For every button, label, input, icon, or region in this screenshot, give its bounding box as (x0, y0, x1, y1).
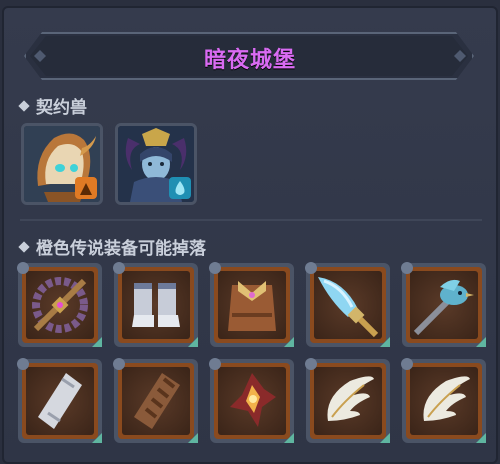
contract-beast-heading: 契约兽 (18, 93, 87, 118)
ring-blade-weapon-icon (32, 277, 88, 333)
drop-item-8[interactable] (209, 358, 294, 443)
diamond-bullet-icon (18, 100, 30, 112)
flame-shard-icon (230, 373, 276, 427)
wrapped-bracer-icon (134, 373, 180, 429)
legendary-drop-heading: 橙色传说装备可能掉落 (18, 234, 206, 259)
drop-item-9[interactable] (305, 358, 390, 443)
section-divider (20, 219, 482, 221)
diamond-bullet-icon (18, 241, 30, 253)
drop-item-5[interactable] (401, 262, 486, 347)
drop-item-4[interactable] (305, 262, 390, 347)
wing-icon (327, 376, 374, 421)
water-element-icon (169, 177, 191, 199)
drop-item-1[interactable] (17, 262, 102, 347)
contract-beast-1[interactable] (21, 123, 103, 205)
crystal-sword-icon (318, 277, 379, 338)
armor-icon (228, 281, 276, 331)
legendary-drop-label: 橙色传说装备可能掉落 (36, 239, 206, 259)
contract-beast-label: 契约兽 (36, 98, 87, 118)
drop-item-2[interactable] (113, 262, 198, 347)
drop-item-10[interactable] (401, 358, 486, 443)
fire-element-icon (75, 177, 97, 199)
drop-item-3[interactable] (209, 262, 294, 347)
contract-beast-2[interactable] (115, 123, 197, 205)
bird-scepter-icon (413, 279, 474, 336)
dungeon-title: 暗夜城堡 (203, 48, 296, 73)
drop-item-7[interactable] (113, 358, 198, 443)
bracer-icon (38, 373, 82, 429)
boots-icon (132, 283, 180, 327)
wing-icon (423, 376, 470, 421)
drop-item-6[interactable] (17, 358, 102, 443)
